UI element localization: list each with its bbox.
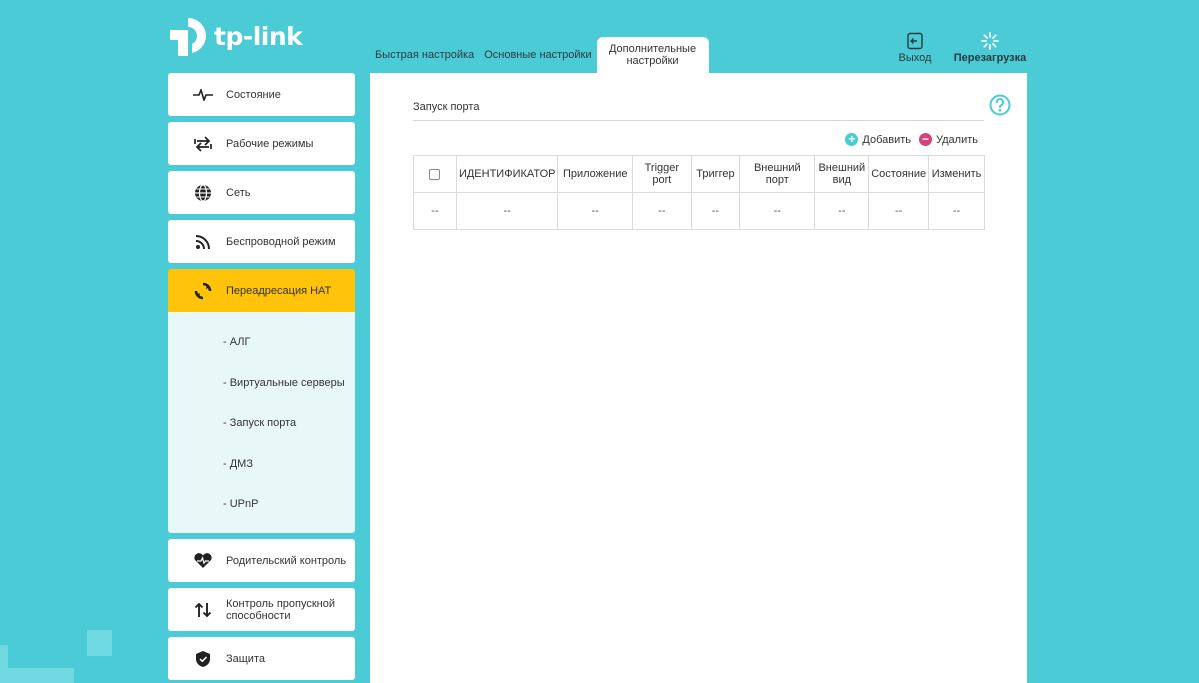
table-cell: --	[413, 192, 457, 230]
minus-icon: −	[919, 133, 932, 146]
sidebar: Состояние Рабочие режимы Сеть Беспроводн…	[168, 73, 355, 683]
sidebar-item-network[interactable]: Сеть	[168, 171, 355, 214]
sidebar-item-wireless[interactable]: Беспроводной режим	[168, 220, 355, 263]
tab-advanced-settings[interactable]: Дополнительные настройки	[596, 37, 709, 73]
top-tabs: Быстрая настройка Основные настройки Доп…	[370, 37, 709, 73]
table-cell: --	[739, 192, 816, 230]
tab-quick-setup[interactable]: Быстрая настройка	[370, 37, 479, 73]
sidebar-item-operation-modes[interactable]: Рабочие режимы	[168, 122, 355, 165]
table-cell: --	[868, 192, 930, 230]
sidebar-item-nat-forwarding[interactable]: Переадресация НАТ	[168, 269, 355, 312]
decorative-pixel	[0, 668, 74, 683]
sidebar-item-label: Контроль пропускной способности	[226, 597, 336, 622]
column-header-trigger: Триггер	[690, 155, 741, 193]
table-actions: + Добавить − Удалить	[845, 133, 978, 146]
tab-basic-settings[interactable]: Основные настройки	[479, 37, 596, 73]
submenu-item-port-triggering[interactable]: - Запуск порта	[168, 403, 355, 444]
nat-submenu: - АЛГ - Виртуальные серверы - Запуск пор…	[168, 312, 355, 533]
table-cell: --	[690, 192, 741, 230]
brand-name: tp-link	[214, 21, 303, 51]
reboot-icon	[981, 30, 999, 52]
sidebar-item-label: Состояние	[226, 88, 281, 101]
column-header-id: ИДЕНТИФИКАТОР	[455, 155, 559, 193]
delete-button[interactable]: − Удалить	[919, 133, 978, 146]
column-header-external-view: Внешний вид	[814, 155, 870, 193]
reboot-button[interactable]: Перезагрузка	[952, 30, 1028, 64]
sidebar-item-label: Переадресация НАТ	[226, 284, 332, 297]
sidebar-item-security[interactable]: Защита	[168, 637, 355, 680]
decorative-pixel	[87, 630, 112, 656]
delete-label: Удалить	[936, 133, 978, 146]
column-header-edit: Изменить	[928, 155, 985, 193]
select-all-checkbox[interactable]	[429, 168, 441, 180]
sidebar-item-label: Родительский контроль	[226, 554, 347, 567]
add-label: Добавить	[862, 133, 911, 146]
wifi-icon	[192, 232, 214, 252]
table-cell: --	[455, 192, 559, 230]
logout-icon	[906, 30, 924, 52]
submenu-item-upnp[interactable]: - UPnP	[168, 484, 355, 525]
reboot-label: Перезагрузка	[953, 52, 1027, 64]
main-panel: Запуск порта + Добавить − Удалить ИДЕНТИ…	[370, 73, 1027, 683]
shield-icon	[192, 649, 214, 669]
help-icon	[989, 94, 1011, 116]
table-cell: --	[557, 192, 633, 230]
sidebar-item-parental-control[interactable]: Родительский контроль	[168, 539, 355, 582]
nat-icon	[192, 281, 214, 301]
table-cell: --	[928, 192, 985, 230]
logout-label: Выход	[898, 52, 932, 64]
decorative-pixel	[0, 645, 8, 668]
sidebar-item-label: Защита	[226, 652, 265, 665]
select-all-cell	[413, 155, 457, 193]
heart-icon	[192, 551, 214, 571]
port-triggering-table: ИДЕНТИФИКАТОР Приложение Trigger port Тр…	[413, 155, 985, 230]
table-cell: --	[814, 192, 870, 230]
pulse-icon	[192, 85, 214, 105]
bandwidth-icon	[192, 600, 214, 620]
column-header-status: Состояние	[868, 155, 930, 193]
help-button[interactable]	[989, 94, 1011, 116]
tp-link-logo-icon	[170, 18, 206, 56]
add-button[interactable]: + Добавить	[845, 133, 911, 146]
section-divider	[413, 120, 984, 121]
tp-link-logo: tp-link	[168, 14, 303, 58]
submenu-item-virtual-servers[interactable]: - Виртуальные серверы	[168, 363, 355, 404]
logout-button[interactable]: Выход	[896, 30, 934, 64]
submenu-item-dmz[interactable]: - ДМЗ	[168, 444, 355, 485]
submenu-item-alg[interactable]: - АЛГ	[168, 322, 355, 363]
table-row: -- -- -- -- -- -- -- -- --	[413, 192, 985, 230]
sidebar-item-label: Рабочие режимы	[226, 137, 314, 150]
sidebar-item-label: Беспроводной режим	[226, 235, 336, 248]
plus-icon: +	[845, 133, 859, 146]
table-header-row: ИДЕНТИФИКАТОР Приложение Trigger port Тр…	[413, 155, 985, 193]
section-title: Запуск порта	[413, 101, 480, 113]
swap-icon	[192, 134, 214, 154]
sidebar-item-bandwidth-control[interactable]: Контроль пропускной способности	[168, 588, 355, 631]
sidebar-item-label: Сеть	[226, 186, 251, 199]
column-header-external-port: Внешний порт	[739, 155, 816, 193]
table-cell: --	[631, 192, 692, 230]
column-header-trigger-port: Trigger port	[631, 155, 692, 193]
globe-icon	[192, 183, 214, 203]
sidebar-item-status[interactable]: Состояние	[168, 73, 355, 116]
column-header-application: Приложение	[557, 155, 633, 193]
